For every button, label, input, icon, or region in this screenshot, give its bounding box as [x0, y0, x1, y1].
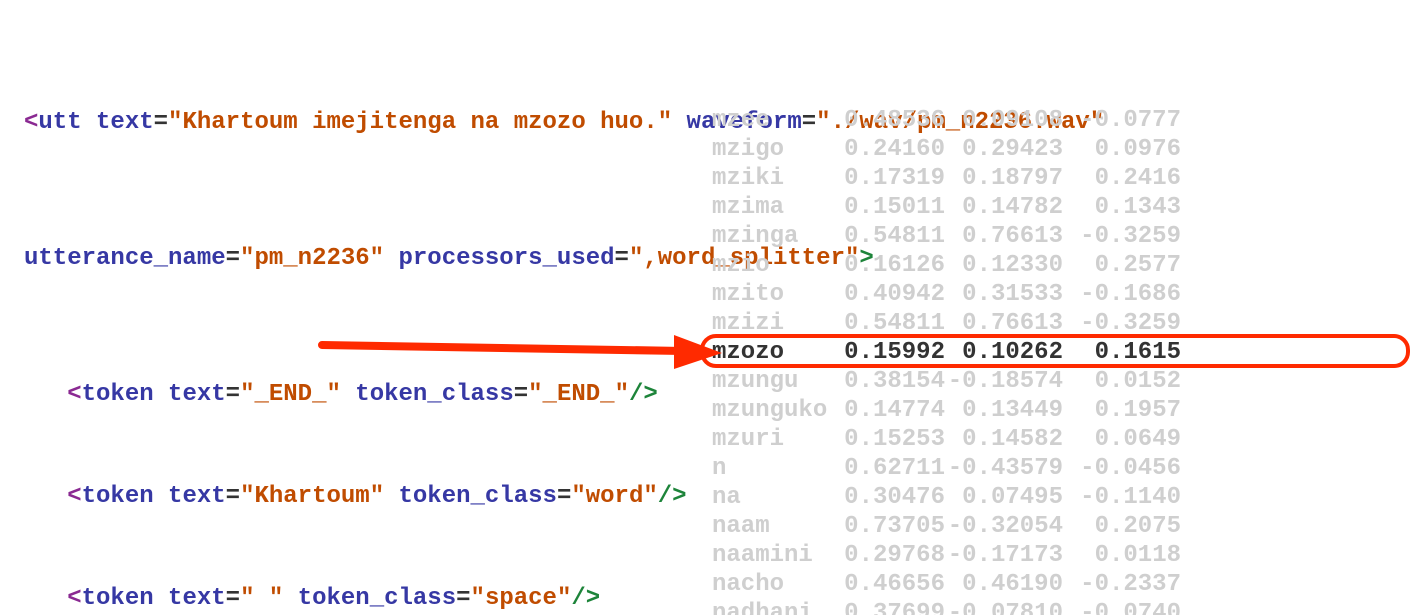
embedding-value: 0.2416	[1063, 164, 1181, 193]
embedding-word: mzee	[712, 106, 827, 135]
embedding-word: nadhani	[712, 599, 827, 615]
embedding-value: 0.15253	[827, 425, 945, 454]
embedding-row: mzio0.161260.123300.2577	[712, 251, 1181, 280]
embedding-value: 0.0152	[1063, 367, 1181, 396]
embedding-word: mziki	[712, 164, 827, 193]
embedding-value: 0.46190	[945, 570, 1063, 599]
embedding-value: 0.0118	[1063, 541, 1181, 570]
embedding-value: 0.29768	[827, 541, 945, 570]
embedding-value: -0.0740	[1063, 599, 1181, 615]
embedding-row: naamini0.29768-0.171730.0118	[712, 541, 1181, 570]
embedding-value: 0.17319	[827, 164, 945, 193]
embedding-word: n	[712, 454, 827, 483]
embedding-value: 0.1957	[1063, 396, 1181, 425]
embedding-row: mzunguko0.147740.134490.1957	[712, 396, 1181, 425]
embedding-value: 0.13449	[945, 396, 1063, 425]
embedding-row: nacho0.466560.46190-0.2337	[712, 570, 1181, 599]
embedding-value: 0.16126	[827, 251, 945, 280]
embedding-word: mzuri	[712, 425, 827, 454]
highlight-box-mzozo	[700, 334, 1410, 368]
embedding-row: mzinga0.548110.76613-0.3259	[712, 222, 1181, 251]
embedding-value: -0.1686	[1063, 280, 1181, 309]
embedding-row: n0.62711-0.43579-0.0456	[712, 454, 1181, 483]
embedding-value: -0.2337	[1063, 570, 1181, 599]
embedding-value: 0.24160	[827, 135, 945, 164]
embedding-value: 0.14582	[945, 425, 1063, 454]
embedding-value: -0.1140	[1063, 483, 1181, 512]
embedding-value: 0.0649	[1063, 425, 1181, 454]
embedding-value: 0.31533	[945, 280, 1063, 309]
embedding-value: 0.54811	[827, 222, 945, 251]
embedding-word: mzungu	[712, 367, 827, 396]
embedding-value: 0.30476	[827, 483, 945, 512]
embedding-word: mzito	[712, 280, 827, 309]
utt-name-value: pm_n2236	[254, 245, 369, 272]
embedding-value: 0.73705	[827, 512, 945, 541]
embedding-value: -0.17173	[945, 541, 1063, 570]
embedding-value: 0.0976	[1063, 135, 1181, 164]
embedding-value: 0.2075	[1063, 512, 1181, 541]
embedding-value: -0.07810	[945, 599, 1063, 615]
embedding-value: 0.46656	[827, 570, 945, 599]
embedding-value: 0.12330	[945, 251, 1063, 280]
embedding-word: naamini	[712, 541, 827, 570]
embedding-row: mzigo0.241600.294230.0976	[712, 135, 1181, 164]
embedding-value: 0.38154	[827, 367, 945, 396]
embedding-row: mzungu0.38154-0.185740.0152	[712, 367, 1181, 396]
embedding-value: -0.0456	[1063, 454, 1181, 483]
embedding-value: -0.43579	[945, 454, 1063, 483]
embedding-row: nadhani0.37699-0.07810-0.0740	[712, 599, 1181, 615]
arrow-right-icon	[322, 323, 722, 369]
embedding-value: -0.32054	[945, 512, 1063, 541]
embedding-row: naam0.73705-0.320540.2075	[712, 512, 1181, 541]
embedding-word: mzigo	[712, 135, 827, 164]
embedding-value: 0.40942	[827, 280, 945, 309]
embedding-value: 0.18797	[945, 164, 1063, 193]
embedding-value: 0.48536	[827, 106, 945, 135]
embedding-value: 0.62711	[827, 454, 945, 483]
embedding-value: -0.18574	[945, 367, 1063, 396]
embedding-row: mzito0.409420.31533-0.1686	[712, 280, 1181, 309]
embedding-value: 0.14782	[945, 193, 1063, 222]
embedding-word: na	[712, 483, 827, 512]
figure-container: <utt text="Khartoum imejitenga na mzozo …	[0, 0, 1418, 615]
embedding-value: 0.09108	[945, 106, 1063, 135]
embedding-value: 0.14774	[827, 396, 945, 425]
embedding-row: mzuri0.152530.145820.0649	[712, 425, 1181, 454]
embedding-word: mzinga	[712, 222, 827, 251]
embedding-value: -0.3259	[1063, 222, 1181, 251]
embedding-value: 0.2577	[1063, 251, 1181, 280]
embedding-value: 0.29423	[945, 135, 1063, 164]
embedding-value: 0.15011	[827, 193, 945, 222]
embedding-word: mzio	[712, 251, 827, 280]
embedding-value: 0.76613	[945, 222, 1063, 251]
embedding-word: nacho	[712, 570, 827, 599]
embedding-value: 0.1343	[1063, 193, 1181, 222]
embedding-word: mzima	[712, 193, 827, 222]
embedding-row: mziki0.173190.187970.2416	[712, 164, 1181, 193]
embedding-value: -0.0777	[1063, 106, 1181, 135]
embedding-row: mzee0.485360.09108-0.0777	[712, 106, 1181, 135]
embedding-word: mzunguko	[712, 396, 827, 425]
embedding-row: na0.304760.07495-0.1140	[712, 483, 1181, 512]
embedding-value: 0.37699	[827, 599, 945, 615]
embedding-value: 0.07495	[945, 483, 1063, 512]
embedding-word: naam	[712, 512, 827, 541]
embedding-row: mzima0.150110.147820.1343	[712, 193, 1181, 222]
utt-text-value: Khartoum imejitenga na mzozo huo.	[182, 109, 657, 136]
